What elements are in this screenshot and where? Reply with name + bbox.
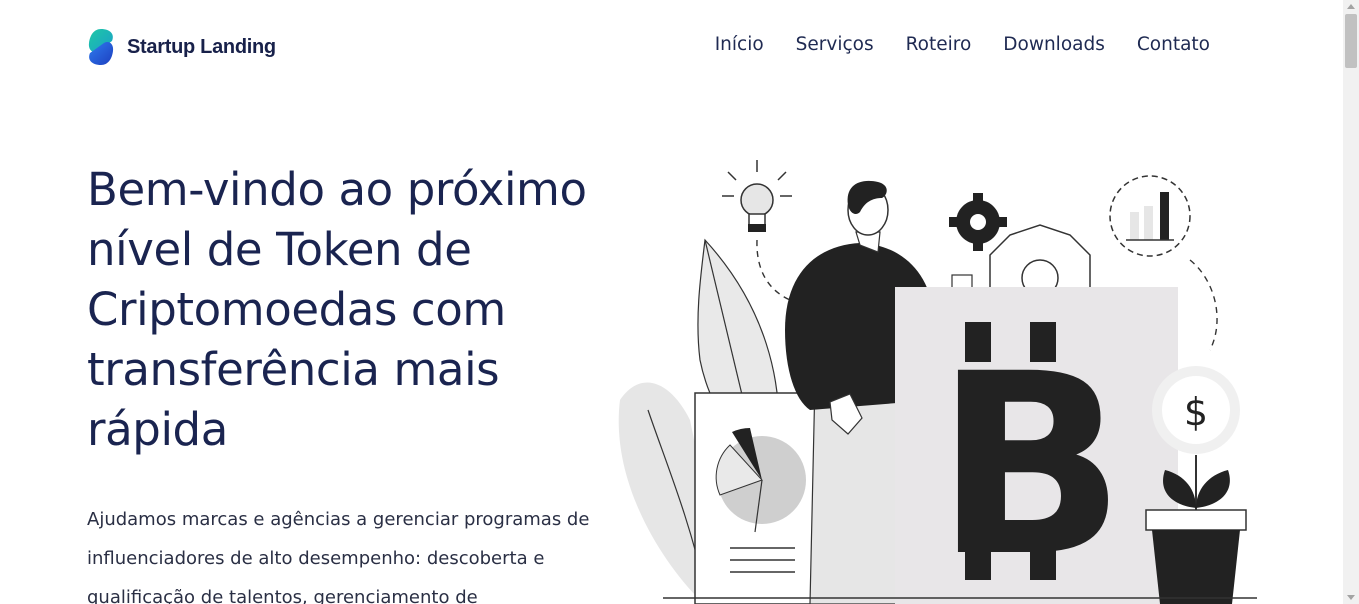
main-nav: Início Serviços Roteiro Downloads Contat… (715, 34, 1210, 55)
scroll-down-icon[interactable] (1347, 595, 1355, 600)
hero-description: Ajudamos marcas e agências a gerenciar p… (87, 509, 590, 604)
gear-outline-icon (989, 224, 1091, 297)
s-shape-logo-icon (88, 29, 114, 65)
page-scrollbar[interactable] (1343, 0, 1359, 604)
nav-item-contato[interactable]: Contato (1137, 34, 1210, 55)
dollar-coin-icon: $ (1152, 366, 1240, 454)
gear-icon (949, 193, 1007, 251)
crypto-hero-illustration: B $ (618, 160, 1257, 604)
nav-item-servicos[interactable]: Serviços (796, 34, 874, 55)
brand-logo[interactable]: Startup Landing (86, 28, 276, 66)
scroll-up-icon[interactable] (1347, 4, 1355, 9)
lightbulb-icon (722, 160, 792, 232)
svg-text:$: $ (1184, 390, 1208, 434)
brand-name: Startup Landing (127, 35, 276, 58)
nav-item-inicio[interactable]: Início (715, 34, 764, 55)
scroll-thumb[interactable] (1345, 14, 1357, 68)
pie-chart-document-icon (694, 392, 821, 604)
nav-item-roteiro[interactable]: Roteiro (906, 34, 972, 55)
landing-page: Startup Landing Início Serviços Roteiro … (0, 0, 1343, 604)
nav-item-downloads[interactable]: Downloads (1003, 34, 1105, 55)
site-header: Startup Landing Início Serviços Roteiro … (0, 0, 1343, 96)
hero-title: Bem-vindo ao próximo nível de Token de C… (87, 163, 587, 456)
bar-chart-icon (1109, 175, 1191, 257)
